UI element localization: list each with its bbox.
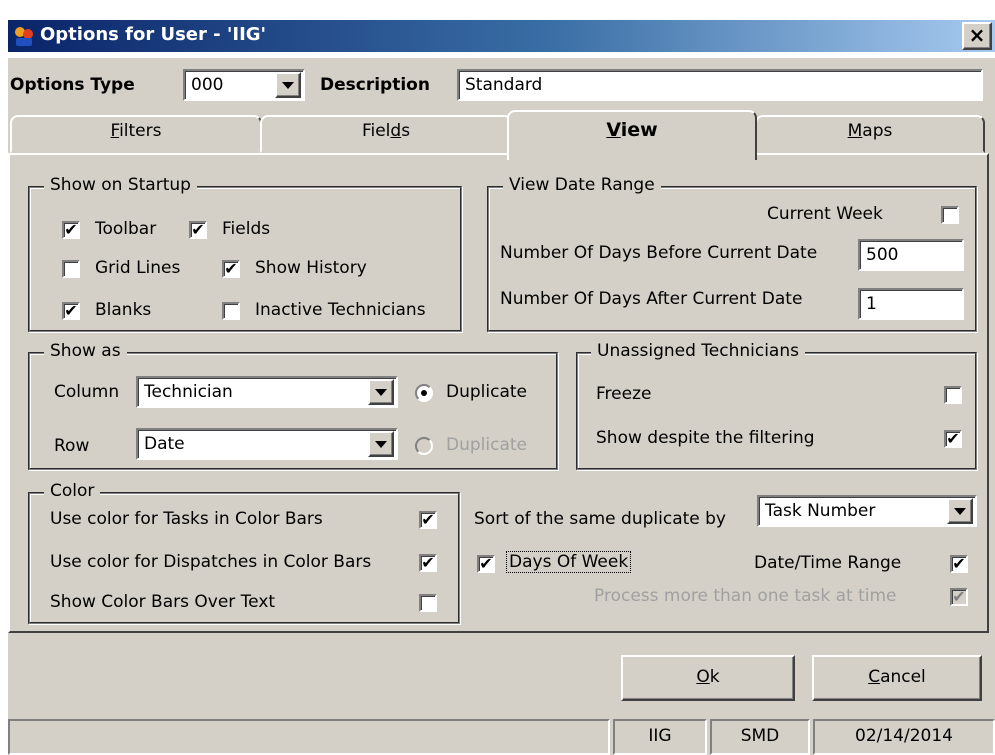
color-dispatches-label: Use color for Dispatches in Color Bars xyxy=(50,552,372,572)
row-label: Row xyxy=(54,436,90,456)
chevron-down-icon xyxy=(375,440,387,448)
column-label: Column xyxy=(54,382,120,402)
show-on-startup-title: Show on Startup xyxy=(44,175,197,195)
close-icon: × xyxy=(968,23,986,47)
inactive-technicians-checkbox[interactable] xyxy=(222,302,240,320)
date-time-range-checkbox[interactable]: ✔ xyxy=(950,555,968,573)
color-dispatches-checkbox[interactable]: ✔ xyxy=(419,554,437,572)
color-bars-over-text-checkbox[interactable] xyxy=(419,594,437,612)
color-tasks-checkbox[interactable]: ✔ xyxy=(419,511,437,529)
options-type-dropdown-button[interactable] xyxy=(275,72,301,98)
tab-maps[interactable]: Maps xyxy=(755,115,985,153)
process-more-label: Process more than one task at time xyxy=(594,586,897,606)
cancel-button[interactable]: Cancel xyxy=(812,655,982,701)
check-icon: ✔ xyxy=(421,553,435,572)
date-time-range-label: Date/Time Range xyxy=(754,553,902,573)
chevron-down-icon xyxy=(282,81,294,89)
status-date: 02/14/2014 xyxy=(813,719,995,755)
blanks-checkbox[interactable]: ✔ xyxy=(62,302,80,320)
color-bars-over-text-label: Show Color Bars Over Text xyxy=(50,592,276,612)
options-type-value: 000 xyxy=(191,75,224,95)
unassigned-technicians-title: Unassigned Technicians xyxy=(591,341,805,361)
status-user: IIG xyxy=(613,719,707,755)
chevron-down-icon xyxy=(954,507,966,515)
show-as-title: Show as xyxy=(44,341,127,361)
fields-label: Fields xyxy=(222,219,271,239)
current-week-checkbox[interactable] xyxy=(941,206,959,224)
freeze-label: Freeze xyxy=(596,384,652,404)
show-history-checkbox[interactable]: ✔ xyxy=(222,260,240,278)
column-duplicate-label: Duplicate xyxy=(446,382,527,402)
check-icon: ✔ xyxy=(946,429,960,448)
freeze-checkbox[interactable] xyxy=(944,386,962,404)
check-icon: ✔ xyxy=(64,220,78,239)
days-of-week-label: Days Of Week xyxy=(506,551,632,573)
color-title: Color xyxy=(44,481,101,501)
row-dropdown-button[interactable] xyxy=(368,431,394,457)
show-despite-filtering-checkbox[interactable]: ✔ xyxy=(944,430,962,448)
row-select[interactable]: Date xyxy=(136,428,398,460)
sort-duplicate-select[interactable]: Task Number xyxy=(757,495,977,527)
description-value: Standard xyxy=(465,75,543,95)
toolbar-checkbox[interactable]: ✔ xyxy=(62,221,80,239)
close-button[interactable]: × xyxy=(962,22,992,50)
check-icon: ✔ xyxy=(479,554,493,573)
sort-duplicate-dropdown-button[interactable] xyxy=(947,498,973,524)
check-icon: ✔ xyxy=(952,587,966,606)
column-duplicate-radio[interactable] xyxy=(415,384,433,402)
row-duplicate-radio[interactable] xyxy=(415,437,433,455)
view-date-range-title: View Date Range xyxy=(503,175,661,195)
check-icon: ✔ xyxy=(191,220,205,239)
status-message-panel xyxy=(8,719,610,755)
color-tasks-label: Use color for Tasks in Color Bars xyxy=(50,509,323,529)
ok-button[interactable]: Ok xyxy=(621,655,795,701)
status-code: SMD xyxy=(710,719,810,755)
days-after-input[interactable]: 1 xyxy=(858,288,964,320)
description-label: Description xyxy=(320,75,430,95)
tab-view[interactable]: View xyxy=(507,110,757,160)
current-week-label: Current Week xyxy=(767,204,883,224)
days-before-label: Number Of Days Before Current Date xyxy=(500,243,818,263)
blanks-label: Blanks xyxy=(95,300,152,320)
toolbar-label: Toolbar xyxy=(95,219,157,239)
days-of-week-checkbox[interactable]: ✔ xyxy=(477,555,495,573)
process-more-checkbox[interactable]: ✔ xyxy=(950,588,968,606)
check-icon: ✔ xyxy=(64,301,78,320)
grid-lines-checkbox[interactable] xyxy=(62,260,80,278)
row-duplicate-label: Duplicate xyxy=(446,435,527,455)
show-despite-filtering-label: Show despite the filtering xyxy=(596,428,815,448)
chevron-down-icon xyxy=(375,388,387,396)
app-icon xyxy=(12,24,36,48)
tab-filters[interactable]: Filters xyxy=(10,115,262,153)
sort-duplicate-label: Sort of the same duplicate by xyxy=(474,509,726,529)
window-title: Options for User - 'IIG' xyxy=(40,24,267,45)
fields-checkbox[interactable]: ✔ xyxy=(189,221,207,239)
tab-fields[interactable]: Fields xyxy=(260,115,512,153)
days-after-label: Number Of Days After Current Date xyxy=(500,289,803,309)
inactive-technicians-label: Inactive Technicians xyxy=(255,300,426,320)
check-icon: ✔ xyxy=(421,510,435,529)
days-before-input[interactable]: 500 xyxy=(858,239,964,271)
check-icon: ✔ xyxy=(952,554,966,573)
column-select[interactable]: Technician xyxy=(136,376,398,408)
column-dropdown-button[interactable] xyxy=(368,379,394,405)
show-history-label: Show History xyxy=(255,258,367,278)
unassigned-technicians-group xyxy=(576,352,977,470)
grid-lines-label: Grid Lines xyxy=(95,258,181,278)
description-field[interactable]: Standard xyxy=(457,69,983,101)
options-type-label: Options Type xyxy=(10,75,135,95)
check-icon: ✔ xyxy=(224,259,238,278)
window-frame-left xyxy=(0,58,8,755)
